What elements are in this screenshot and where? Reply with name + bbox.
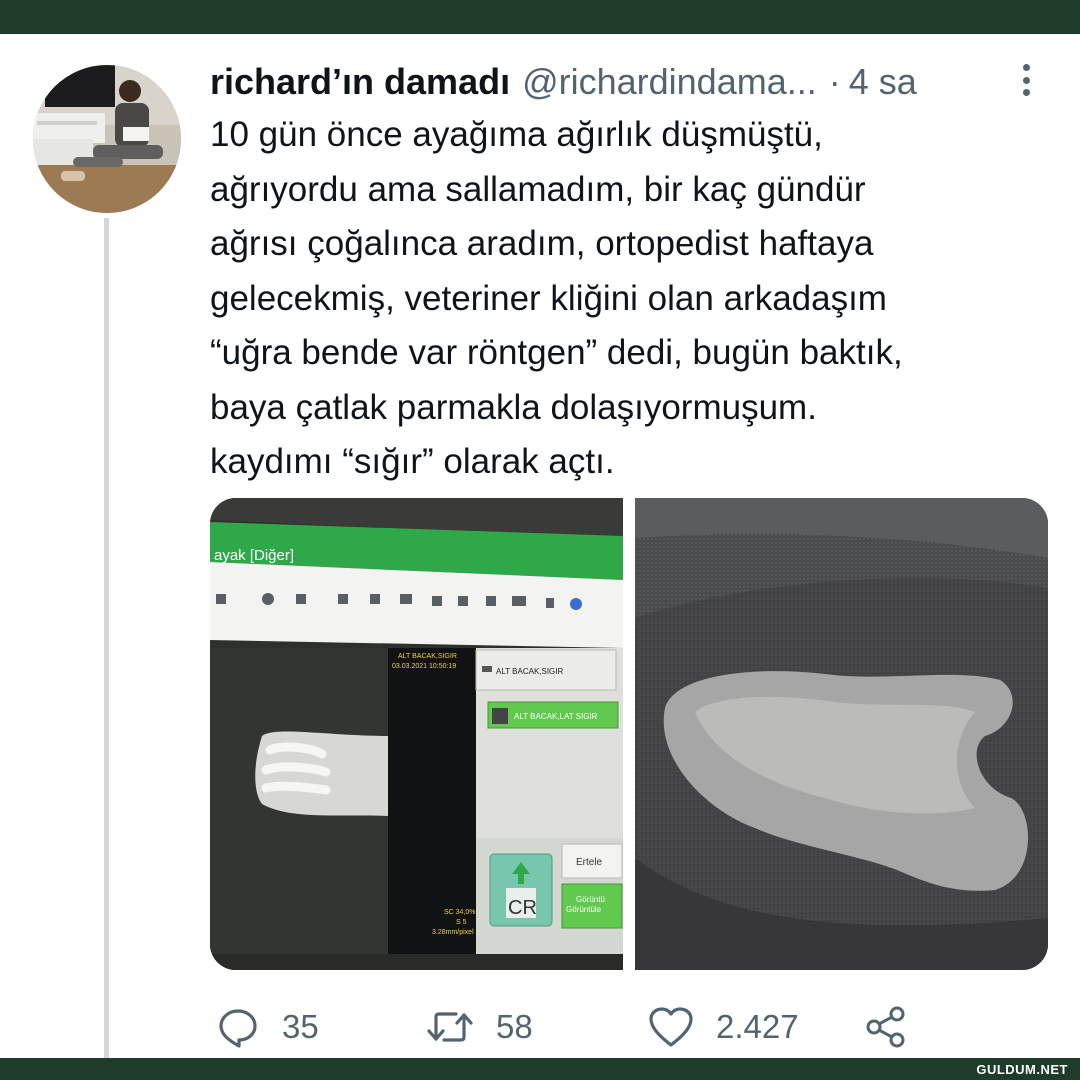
reply-icon [219, 1009, 257, 1048]
tweet-text-line: 10 gün önce ayağıma ağırlık düşmüştü, [210, 115, 823, 154]
image-info-line-2: 03.03.2021 10:50:19 [392, 663, 456, 670]
like-button[interactable]: 2.427 [648, 1000, 799, 1054]
retweet-button[interactable]: 58 [426, 1000, 533, 1054]
tweet-actions: 35 58 2.427 [210, 1000, 970, 1054]
like-icon [649, 1007, 693, 1047]
media-photo-xray-software[interactable]: ayak [Diğer] ALT BACAK,SIGIR 03.03.2021 … [210, 498, 623, 970]
timestamp[interactable]: 4 sa [849, 61, 917, 103]
xray-closeup-image [635, 498, 1048, 970]
retweet-icon [427, 1012, 473, 1042]
tweet-header: richard’ın damadı @richardindama... · 4 … [210, 58, 917, 106]
scale-info-line-1: SC 34,0% [444, 909, 476, 916]
media-photo-xray-closeup[interactable] [635, 498, 1048, 970]
more-vertical-icon[interactable] [1012, 60, 1040, 100]
display-name[interactable]: richard’ın damadı [210, 61, 510, 103]
tweet-text-line: kaydımı “sığır” olarak açtı. [210, 442, 615, 481]
user-handle[interactable]: @richardindama... [522, 61, 817, 103]
frame-bottom-bar [0, 1058, 1080, 1080]
tweet-text-line: gelecekmiş, veteriner kliğini olan arkad… [210, 278, 887, 318]
cr-badge: CR [508, 897, 537, 919]
next-button-label: Ertele [576, 857, 603, 868]
tweet-text-line: ağrıyordu ama sallamadım, bir kaç gündür [210, 169, 866, 209]
foot-xray-image [255, 731, 388, 816]
tweet-text-line: “uğra bende var röntgen” dedi, bugün bak… [210, 333, 903, 372]
frame-top-bar [0, 0, 1080, 34]
thread-line [104, 218, 109, 1058]
media-grid: ayak [Diğer] ALT BACAK,SIGIR 03.03.2021 … [210, 498, 1048, 970]
image-info-line-1: ALT BACAK,SIGIR [398, 653, 457, 660]
share-button[interactable] [862, 1000, 910, 1054]
retweet-count: 58 [496, 1008, 533, 1045]
separator-dot: · [828, 61, 841, 102]
xray-software-screen: ayak [Diğer] ALT BACAK,SIGIR 03.03.2021 … [210, 498, 623, 970]
like-count: 2.427 [716, 1008, 799, 1045]
watermark: GULDUM.NET [970, 1060, 1074, 1079]
study-item-2: ALT BACAK,LAT SIGIR [514, 712, 598, 721]
avatar-photo [33, 65, 181, 213]
view-button-line-2: Görüntüle [566, 905, 602, 914]
software-window-title: ayak [Diğer] [214, 547, 294, 564]
scale-info-line-2: S 5 [456, 919, 467, 926]
view-button-line-1: Görüntü [576, 895, 605, 904]
reply-button[interactable]: 35 [216, 1000, 319, 1054]
share-icon [866, 1006, 905, 1048]
tweet-text-line: ağrısı çoğalınca aradım, ortopedist haft… [210, 224, 874, 263]
tweet-text-line: baya çatlak parmakla dolaşıyormuşum. [210, 387, 817, 427]
tweet-text: 10 gün önce ayağıma ağırlık düşmüştü, ağ… [210, 108, 1050, 490]
avatar[interactable] [33, 65, 181, 213]
scale-info-line-3: 3.28mm/pixel [432, 929, 474, 936]
study-item-1: ALT BACAK,SIGIR [496, 667, 564, 676]
reply-count: 35 [282, 1008, 319, 1045]
